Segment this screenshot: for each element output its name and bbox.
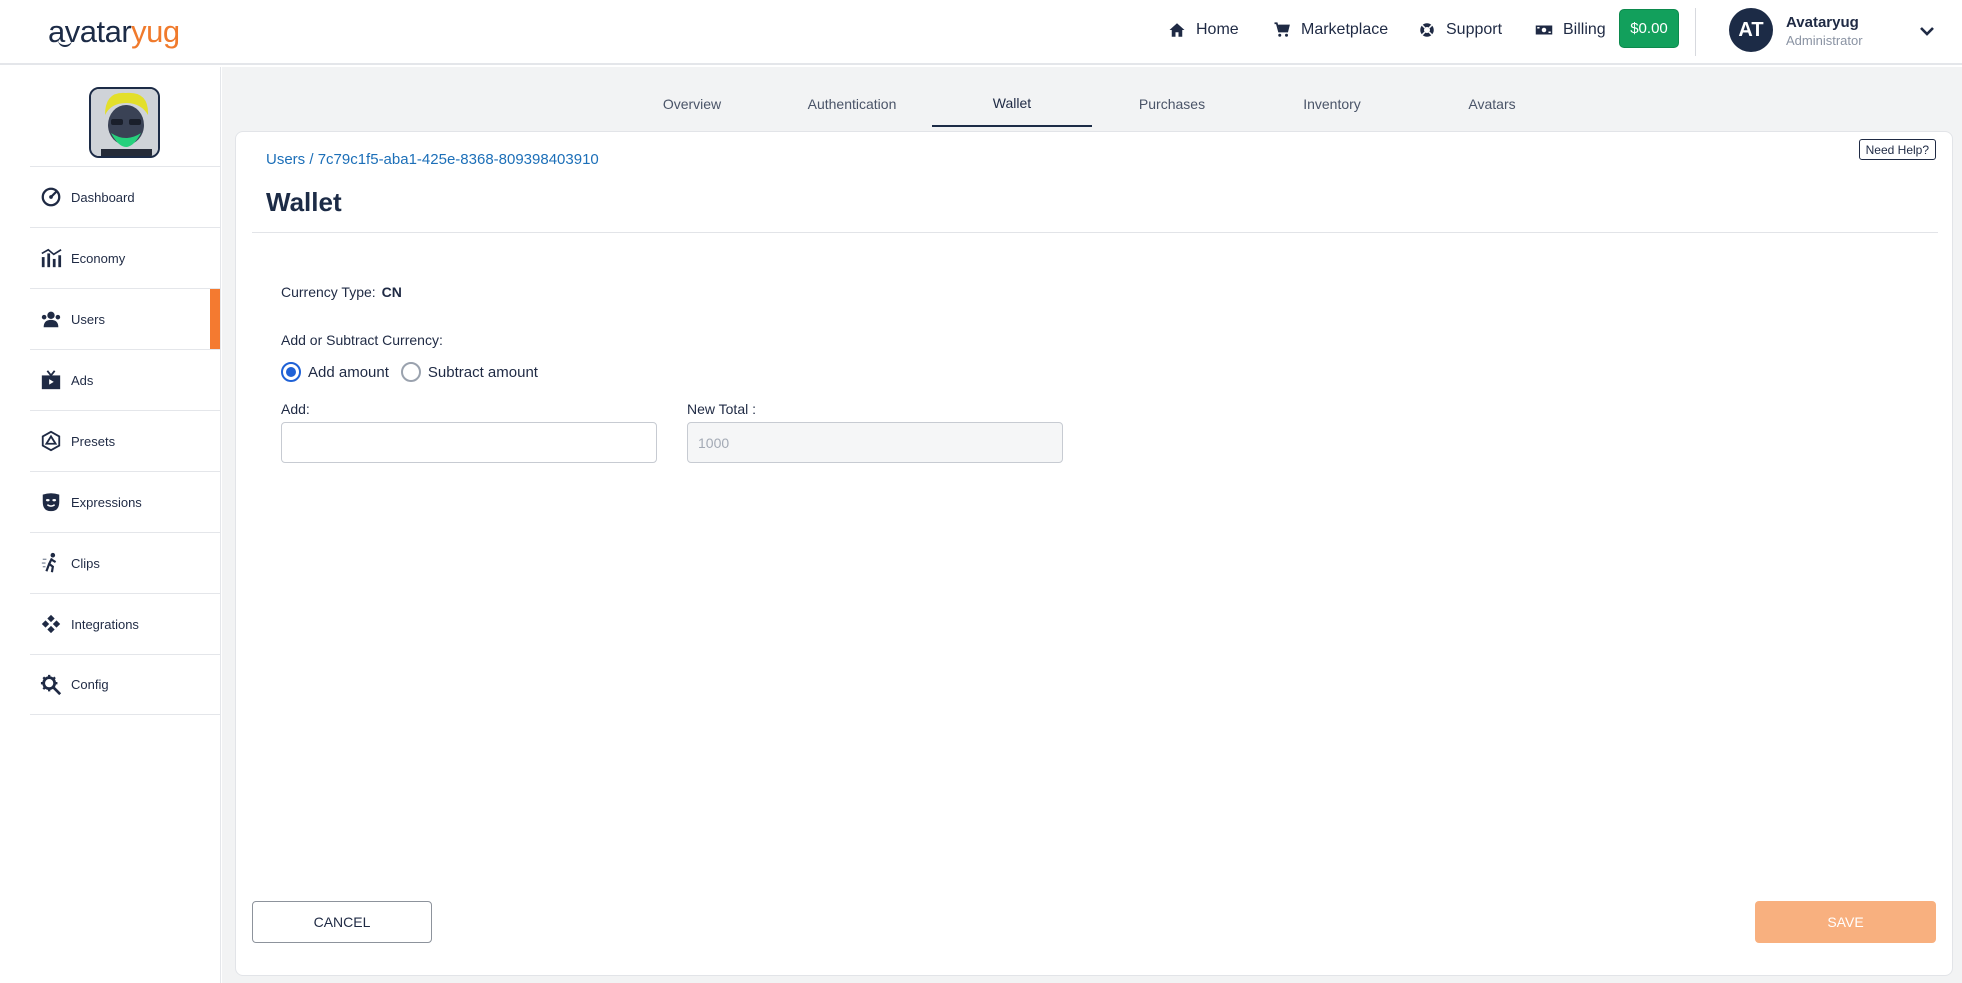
subtract-amount-radio[interactable]: [400, 362, 421, 382]
sidebar-item-label: Ads: [71, 372, 94, 388]
tab-purchases[interactable]: Purchases: [1092, 80, 1252, 127]
sidebar-item-config[interactable]: Config: [30, 654, 220, 715]
need-help-button[interactable]: Need Help?: [1858, 139, 1936, 160]
expressions-icon: [42, 493, 60, 512]
sidebar-item-ads[interactable]: Ads: [30, 349, 220, 410]
sidebar-item-label: Economy: [71, 250, 126, 266]
sidebar-item-expressions[interactable]: Expressions: [30, 471, 220, 532]
nav-marketplace[interactable]: Marketplace: [1273, 16, 1388, 44]
add-amount-input[interactable]: [281, 422, 657, 463]
sidebar-item-integrations[interactable]: Integrations: [30, 593, 220, 654]
sidebar-item-label: Integrations: [71, 616, 139, 632]
cancel-button[interactable]: CANCEL: [252, 901, 432, 943]
sidebar-menu: Dashboard Economy Users Ads Presets Expr…: [30, 166, 220, 715]
new-total-field: [687, 422, 1063, 463]
currency-type: Currency Type: CN: [281, 284, 402, 300]
user-name: Avataryug: [1786, 14, 1859, 31]
nav-billing[interactable]: Billing: [1535, 16, 1606, 44]
sidebar-item-clips[interactable]: Clips: [30, 532, 220, 593]
sidebar-item-users[interactable]: Users: [30, 288, 220, 349]
cart-icon: [1274, 22, 1290, 37]
home-icon: [1169, 23, 1185, 37]
top-header: avataryug Home Marketplace Support Billi…: [0, 0, 1962, 65]
currency-type-label: Currency Type:: [281, 284, 376, 300]
sidebar-item-label: Dashboard: [71, 189, 135, 205]
user-avatar[interactable]: AT: [1729, 8, 1773, 52]
economy-icon: [41, 248, 62, 268]
breadcrumb-users-link[interactable]: Users: [266, 151, 305, 168]
tab-avatars[interactable]: Avatars: [1412, 80, 1572, 127]
sidebar-item-economy[interactable]: Economy: [30, 227, 220, 288]
adjust-mode-radio-group: Add amount Subtract amount: [281, 362, 550, 382]
tab-overview[interactable]: Overview: [612, 80, 772, 127]
page-title: Wallet: [266, 187, 342, 217]
sidebar-item-label: Expressions: [71, 494, 142, 510]
presets-icon: [41, 430, 61, 452]
tab-authentication[interactable]: Authentication: [772, 80, 932, 127]
tab-wallet[interactable]: Wallet: [932, 80, 1092, 127]
dashboard-icon: [41, 187, 61, 207]
sidebar-item-label: Clips: [71, 555, 100, 571]
sidebar: Dashboard Economy Users Ads Presets Expr…: [30, 67, 221, 983]
title-divider: [252, 232, 1938, 233]
add-amount-radio[interactable]: [281, 362, 301, 382]
nav-home[interactable]: Home: [1168, 16, 1239, 44]
profile-avatar-image: [89, 87, 160, 158]
ads-icon: [41, 370, 61, 390]
breadcrumb-user-id: 7c79c1f5-aba1-425e-8368-809398403910: [317, 151, 599, 168]
config-icon: [40, 674, 62, 695]
add-amount-label[interactable]: Add amount: [308, 364, 389, 381]
breadcrumb-separator: /: [305, 151, 318, 168]
clips-icon: [41, 552, 57, 573]
currency-type-value: CN: [381, 284, 402, 300]
adjust-currency-label: Add or Subtract Currency:: [281, 332, 443, 348]
add-field-label: Add:: [281, 401, 310, 417]
chevron-down-icon[interactable]: [1918, 22, 1936, 40]
avatar-portrait-icon: [91, 89, 158, 156]
support-icon: [1420, 23, 1434, 37]
wallet-balance-button[interactable]: $0.00: [1619, 9, 1679, 48]
user-role: Administrator: [1786, 33, 1863, 48]
integrations-icon: [41, 614, 61, 634]
sidebar-item-presets[interactable]: Presets: [30, 410, 220, 471]
breadcrumb: Users / 7c79c1f5-aba1-425e-8368-80939840…: [266, 151, 599, 168]
user-tabs: Overview Authentication Wallet Purchases…: [222, 80, 1962, 127]
header-divider: [1695, 8, 1696, 56]
sidebar-item-label: Config: [71, 677, 109, 692]
new-total-label: New Total :: [687, 401, 756, 417]
wallet-panel: Need Help? Users / 7c79c1f5-aba1-425e-83…: [235, 131, 1953, 976]
nav-support[interactable]: Support: [1418, 16, 1502, 44]
billing-icon: [1535, 25, 1553, 35]
sidebar-item-label: Users: [71, 311, 105, 327]
subtract-amount-label[interactable]: Subtract amount: [428, 364, 538, 381]
sidebar-item-label: Presets: [71, 433, 116, 449]
users-icon: [41, 311, 61, 328]
save-button[interactable]: SAVE: [1755, 901, 1936, 943]
tab-inventory[interactable]: Inventory: [1252, 80, 1412, 127]
sidebar-item-dashboard[interactable]: Dashboard: [30, 166, 220, 227]
